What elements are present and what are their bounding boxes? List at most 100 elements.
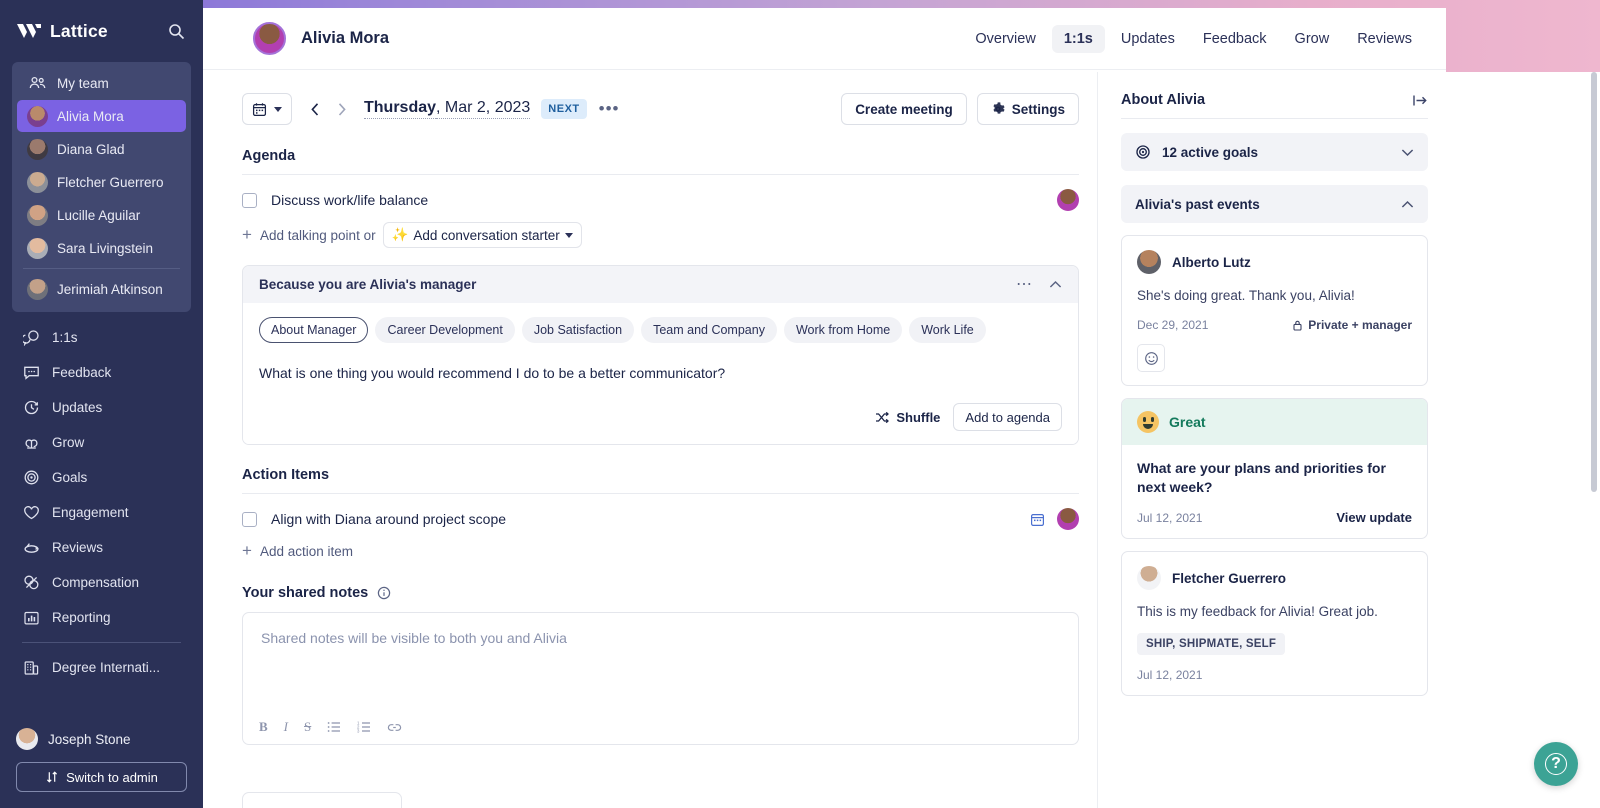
building-icon	[22, 658, 41, 677]
sidebar-item-label: Goals	[52, 470, 88, 485]
event-privacy: Private + manager	[1293, 318, 1412, 332]
chevron-up-icon[interactable]	[1049, 280, 1062, 289]
sidebar-item-my-team[interactable]: My team	[17, 67, 186, 99]
column-divider	[1097, 72, 1098, 808]
sidebar-item-compensation[interactable]: Compensation	[4, 565, 199, 600]
bullet-list-icon[interactable]	[327, 721, 341, 733]
active-goals-accordion[interactable]: 12 active goals	[1121, 133, 1428, 171]
overflow-menu-icon[interactable]: ⋯	[1016, 276, 1033, 292]
sidebar-item-label: My team	[57, 75, 109, 91]
sidebar: Lattice My team Alivia Mora Diana Glad F…	[0, 0, 203, 808]
shared-notes-title: Your shared notes	[242, 585, 369, 601]
link-icon[interactable]	[387, 722, 402, 733]
meeting-date[interactable]: Thursday , Mar 2, 2023	[364, 99, 531, 119]
avatar[interactable]	[253, 22, 286, 55]
event-date: Dec 29, 2021	[1137, 318, 1209, 333]
current-user[interactable]: Joseph Stone	[16, 728, 187, 750]
sidebar-item-jerimiah-atkinson[interactable]: Jerimiah Atkinson	[17, 273, 186, 305]
sidebar-item-organization[interactable]: Degree Internati...	[4, 650, 199, 685]
shuffle-icon	[875, 411, 890, 424]
chevron-down-icon	[274, 106, 282, 112]
avatar	[1057, 508, 1079, 530]
shared-notes-label: Your shared notes	[242, 585, 1079, 601]
avatar	[27, 138, 48, 160]
search-icon[interactable]	[165, 20, 187, 42]
sidebar-item-label: Degree Internati...	[52, 660, 161, 675]
next-badge: NEXT	[541, 99, 587, 119]
sidebar-item-goals[interactable]: Goals	[4, 460, 199, 495]
next-meeting-button[interactable]	[328, 94, 354, 124]
switch-to-admin-button[interactable]: Switch to admin	[16, 762, 187, 792]
conversation-starter-question: What is one thing you would recommend I …	[259, 365, 726, 381]
sidebar-item-engagement[interactable]: Engagement	[4, 495, 199, 530]
numbered-list-icon[interactable]: 1 2 3	[357, 721, 371, 733]
topic-chip-work-life[interactable]: Work Life	[909, 317, 986, 343]
add-action-item-button[interactable]: Add action item	[260, 544, 353, 559]
topic-chip-work-from-home[interactable]: Work from Home	[783, 317, 903, 343]
conversation-starter-header-actions: ⋯	[1016, 276, 1062, 292]
page-header: Alivia Mora Overview 1:1s Updates Feedba…	[203, 8, 1446, 70]
sidebar-item-diana-glad[interactable]: Diana Glad	[17, 133, 186, 165]
past-event-card[interactable]: Great What are your plans and priorities…	[1121, 398, 1428, 539]
divider	[1121, 118, 1428, 119]
sidebar-item-sara-livingstein[interactable]: Sara Livingstein	[17, 232, 186, 264]
bold-icon[interactable]: B	[259, 719, 268, 735]
sidebar-item-fletcher-guerrero[interactable]: Fletcher Guerrero	[17, 166, 186, 198]
topic-chip-about-manager[interactable]: About Manager	[259, 317, 369, 343]
settings-button[interactable]: Settings	[976, 93, 1079, 125]
help-button[interactable]: ?	[1534, 742, 1578, 786]
add-action-item-row[interactable]: + Add action item	[242, 541, 1079, 561]
meeting-weekday[interactable]: Thursday	[364, 99, 437, 119]
tab-1-1s[interactable]: 1:1s	[1051, 24, 1105, 53]
avatar	[1137, 250, 1161, 274]
tab-grow[interactable]: Grow	[1283, 25, 1342, 53]
sidebar-item-alivia-mora[interactable]: Alivia Mora	[17, 100, 186, 132]
past-events-label: Alivia's past events	[1135, 196, 1260, 212]
info-icon[interactable]	[377, 586, 391, 600]
due-date-icon[interactable]	[1030, 512, 1045, 527]
add-reaction-button[interactable]	[1137, 344, 1165, 373]
page-scrollbar[interactable]	[1591, 72, 1597, 492]
sidebar-item-updates[interactable]: Updates	[4, 390, 199, 425]
sidebar-item-lucille-aguilar[interactable]: Lucille Aguilar	[17, 199, 186, 231]
sidebar-footer: Joseph Stone Switch to admin	[0, 728, 203, 808]
tab-reviews[interactable]: Reviews	[1345, 25, 1424, 53]
collapse-panel-icon[interactable]	[1413, 94, 1428, 107]
meeting-date-text[interactable]: , Mar 2, 2023	[436, 99, 531, 119]
add-to-agenda-button[interactable]: Add to agenda	[953, 403, 1062, 431]
about-panel: About Alivia 12 active goals Alivia's pa…	[1103, 70, 1446, 808]
grow-icon	[22, 433, 41, 452]
topic-chip-team-and-company[interactable]: Team and Company	[641, 317, 777, 343]
sidebar-item-1-1s[interactable]: 1:1s	[4, 320, 199, 355]
shared-notes-editor[interactable]: Shared notes will be visible to both you…	[242, 612, 1079, 745]
past-event-card[interactable]: Fletcher Guerrero This is my feedback fo…	[1121, 551, 1428, 697]
past-event-card[interactable]: Alberto Lutz She's doing great. Thank yo…	[1121, 235, 1428, 387]
topic-chip-job-satisfaction[interactable]: Job Satisfaction	[521, 317, 635, 343]
tab-feedback[interactable]: Feedback	[1191, 25, 1279, 53]
tab-overview[interactable]: Overview	[963, 25, 1047, 53]
previous-meeting-button[interactable]	[302, 94, 328, 124]
sidebar-item-feedback[interactable]: Feedback	[4, 355, 199, 390]
create-meeting-button[interactable]: Create meeting	[841, 93, 967, 125]
add-talking-point-button[interactable]: Add talking point or	[260, 228, 376, 243]
sidebar-item-reporting[interactable]: Reporting	[4, 600, 199, 635]
agenda-item-checkbox[interactable]	[242, 192, 257, 208]
add-conversation-starter-button[interactable]: ✨ Add conversation starter	[382, 222, 582, 248]
calendar-picker-button[interactable]	[242, 93, 292, 125]
strikethrough-icon[interactable]: S	[304, 719, 311, 735]
add-talking-point-row: + Add talking point or ✨ Add conversatio…	[242, 222, 1079, 248]
action-item-checkbox[interactable]	[242, 511, 257, 527]
sidebar-item-label: Grow	[52, 435, 85, 450]
sidebar-item-grow[interactable]: Grow	[4, 425, 199, 460]
view-update-button[interactable]: View update	[1336, 510, 1412, 525]
italic-icon[interactable]: I	[284, 719, 288, 735]
avatar	[27, 204, 48, 226]
meeting-overflow-menu[interactable]: •••	[599, 100, 620, 117]
topic-chip-career-development[interactable]: Career Development	[375, 317, 515, 343]
shuffle-button[interactable]: Shuffle	[875, 410, 940, 425]
tab-updates[interactable]: Updates	[1109, 25, 1187, 53]
sidebar-item-label: Feedback	[52, 365, 112, 380]
page-title: Alivia Mora	[301, 29, 390, 47]
sidebar-item-reviews[interactable]: Reviews	[4, 530, 199, 565]
past-events-accordion[interactable]: Alivia's past events	[1121, 185, 1428, 223]
